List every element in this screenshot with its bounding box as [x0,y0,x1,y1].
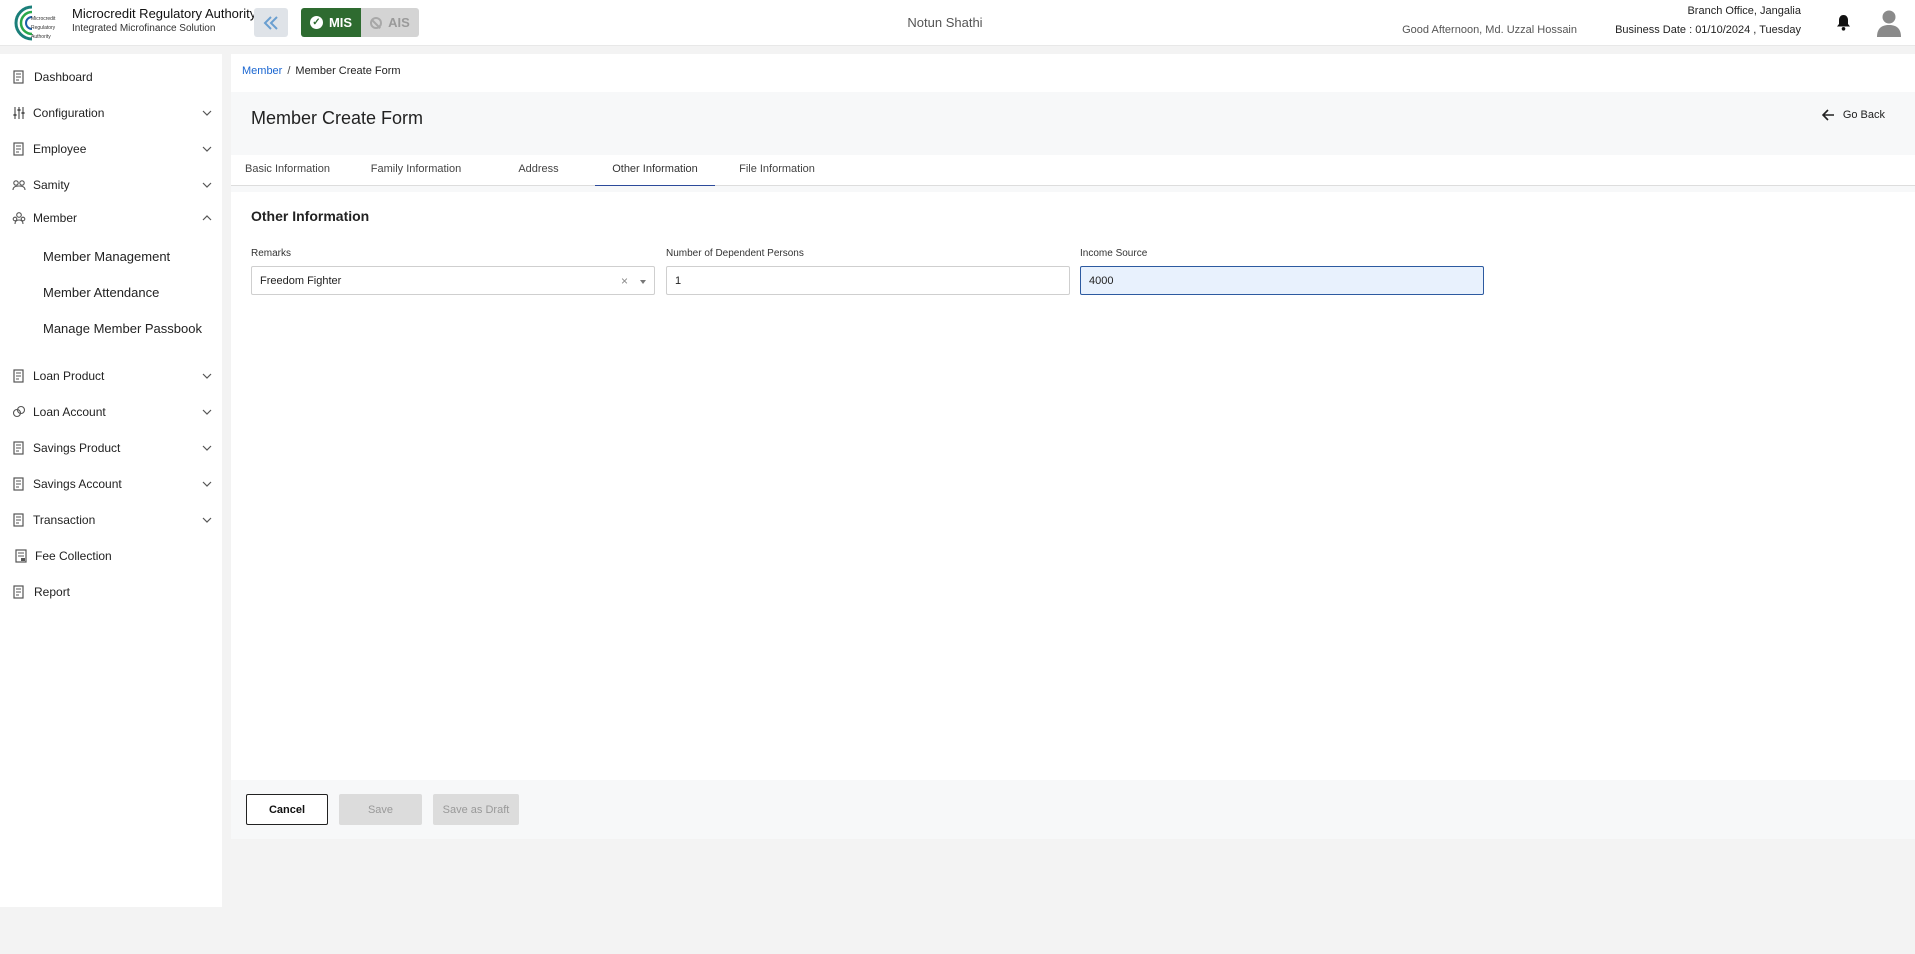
chevron-down-icon [202,517,212,523]
tab-other-information[interactable]: Other Information [595,155,715,186]
user-greeting: Good Afternoon, Md. Uzzal Hossain [1402,24,1577,36]
sidebar-item-label: Dashboard [34,70,93,84]
organization-name: Notun Shathi [907,15,983,30]
go-back-label: Go Back [1842,109,1885,121]
group-icon [12,180,26,191]
dependents-input[interactable]: 1 [666,266,1070,295]
sidebar-item-label: Savings Product [33,441,121,455]
chevron-down-icon [202,445,212,451]
user-avatar-icon[interactable] [1876,9,1902,37]
form-actions: Cancel Save Save as Draft [231,780,1915,839]
document-icon [13,369,24,383]
income-source-input[interactable]: 4000 [1080,266,1484,295]
tab-address[interactable]: Address [491,155,586,186]
dependents-label: Number of Dependent Persons [666,248,804,259]
page-title: Member Create Form [251,108,424,128]
sidebar-item-label: Configuration [33,106,105,120]
chevron-down-icon [202,110,212,116]
business-date: Business Date : 01/10/2024 , Tuesday [1615,24,1801,36]
sidebar-item-label: Fee Collection [35,549,112,563]
sidebar-item-employee[interactable]: Employee [0,134,222,164]
document-icon [13,142,24,156]
sidebar: Dashboard Configuration Employee Samity … [0,54,222,907]
sidebar-item-label: Transaction [33,513,96,527]
chevron-down-icon [202,481,212,487]
sidebar-item-dashboard[interactable]: Dashboard [0,62,222,92]
coins-icon [12,405,26,418]
clear-icon[interactable]: × [621,274,628,288]
document-icon [13,513,24,527]
sidebar-item-label: Loan Product [33,369,105,383]
bell-icon[interactable] [1836,14,1851,31]
sidebar-item-label: Employee [33,142,87,156]
chevron-down-icon [202,146,212,152]
sidebar-item-report[interactable]: Report [0,577,222,607]
income-source-value: 4000 [1089,274,1114,287]
sidebar-item-label: Samity [33,178,70,192]
save-as-draft-button[interactable]: Save as Draft [433,794,519,825]
remarks-select[interactable]: Freedom Fighter × [251,266,655,295]
arrow-left-icon [1821,109,1834,121]
sidebar-item-label: Report [34,585,71,599]
tab-family-information[interactable]: Family Information [361,155,471,186]
sidebar-item-label: Member [33,211,78,225]
sidebar-subitem-member-management[interactable]: Member Management [43,249,170,264]
sidebar-item-samity[interactable]: Samity [0,170,222,200]
sidebar-item-savings-product[interactable]: Savings Product [0,433,222,463]
logo-text-3: Authority [31,34,51,40]
chevron-down-icon [202,373,212,379]
document-icon [13,477,24,491]
tab-file-information[interactable]: File Information [729,155,825,186]
cancel-button[interactable]: Cancel [246,794,328,825]
sidebar-subitem-manage-member-passbook[interactable]: Manage Member Passbook [43,321,202,336]
document-icon [13,441,24,455]
sidebar-item-label: Loan Account [33,405,106,419]
sidebar-item-configuration[interactable]: Configuration [0,98,222,128]
main-content: Member / Member Create Form Member Create … [231,54,1915,839]
breadcrumb-member-link[interactable]: Member [242,65,282,77]
sidebar-item-fee-collection[interactable]: Fee Collection [0,541,222,571]
form-tabs: Basic Information Family Information Add… [231,155,1915,186]
save-button[interactable]: Save [339,794,422,825]
income-source-label: Income Source [1080,248,1148,259]
sidebar-item-transaction[interactable]: Transaction [0,505,222,535]
breadcrumb-separator: / [287,65,291,77]
caret-down-icon[interactable] [640,280,646,284]
sidebar-item-savings-account[interactable]: Savings Account [0,469,222,499]
chevron-up-icon [202,215,212,221]
dependents-value: 1 [675,274,682,287]
receipt-icon [15,549,27,563]
remarks-value: Freedom Fighter [260,274,342,287]
chevron-down-icon [202,182,212,188]
section-title: Other Information [251,208,370,224]
dashboard-icon [13,70,24,84]
sidebar-item-loan-account[interactable]: Loan Account [0,397,222,427]
sidebar-item-label: Savings Account [33,477,122,491]
chevron-down-icon [202,409,212,415]
sliders-icon [13,107,25,119]
breadcrumb-current: Member Create Form [295,65,401,77]
go-back-button[interactable]: Go Back [1821,109,1885,121]
app-header: Microcredit Regulatory Authority Microcr… [0,0,1915,46]
remarks-label: Remarks [251,248,292,259]
branch-office: Branch Office, Jangalia [1687,5,1801,17]
sidebar-item-loan-product[interactable]: Loan Product [0,361,222,391]
sidebar-subitem-member-attendance[interactable]: Member Attendance [43,285,159,300]
tab-basic-information[interactable]: Basic Information [239,155,336,186]
breadcrumb: Member / Member Create Form [242,65,401,77]
document-icon [13,585,24,599]
sidebar-item-member[interactable]: Member [0,203,222,233]
members-icon [12,212,26,225]
